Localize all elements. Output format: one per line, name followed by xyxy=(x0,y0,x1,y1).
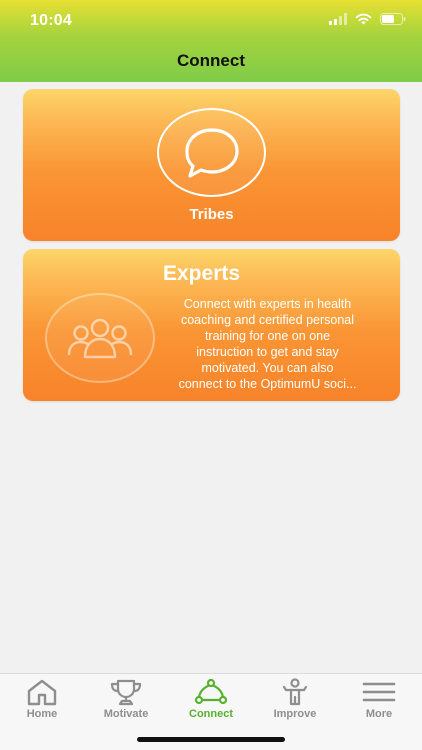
tab-improve[interactable]: Improve xyxy=(253,678,337,726)
wifi-icon xyxy=(355,13,372,25)
experts-card[interactable]: Experts Connect with experts in health c… xyxy=(23,249,400,401)
status-icons xyxy=(329,13,406,25)
tab-label: More xyxy=(365,708,393,720)
page-title: Connect xyxy=(177,51,245,70)
trophy-icon xyxy=(110,679,142,706)
chat-bubble-icon xyxy=(184,127,239,178)
home-indicator[interactable] xyxy=(137,737,285,742)
connect-network-icon xyxy=(194,678,228,705)
home-icon xyxy=(27,679,57,706)
tribes-icon-circle xyxy=(157,108,266,197)
tab-label: Improve xyxy=(273,708,317,720)
tribes-label: Tribes xyxy=(189,206,234,223)
status-time: 10:04 xyxy=(30,12,72,29)
tab-more[interactable]: More xyxy=(337,678,421,726)
tab-label: Motivate xyxy=(103,708,149,720)
tab-motivate[interactable]: Motivate xyxy=(84,678,168,726)
experts-icon-circle xyxy=(45,293,155,383)
tab-label: Connect xyxy=(189,708,233,720)
tribes-card[interactable]: Tribes xyxy=(23,89,400,241)
tab-label: Home xyxy=(26,708,58,720)
header: 10:04 Connect xyxy=(0,0,422,82)
group-people-icon xyxy=(67,318,133,359)
signal-icon xyxy=(329,13,347,25)
person-improve-icon xyxy=(282,678,308,706)
tab-connect[interactable]: Connect xyxy=(169,678,253,726)
menu-icon xyxy=(362,682,396,702)
battery-icon xyxy=(380,13,406,25)
experts-title: Experts xyxy=(163,262,241,285)
experts-description: Connect with experts in health coaching … xyxy=(178,297,357,391)
tab-home[interactable]: Home xyxy=(0,678,84,726)
